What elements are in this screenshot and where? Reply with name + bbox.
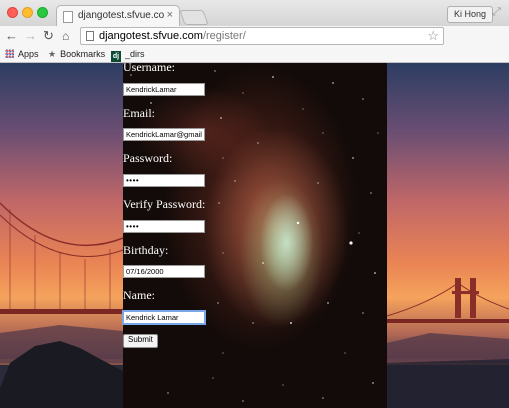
verify-password-label: Verify Password: xyxy=(123,197,206,211)
url-path: /register/ xyxy=(202,30,246,42)
back-arrow-icon[interactable]: ← xyxy=(5,28,18,44)
username-input[interactable]: KendrickLamar xyxy=(123,83,205,96)
fullscreen-icon[interactable]: ⤢ xyxy=(492,6,504,18)
starfield xyxy=(130,70,379,402)
name-label: Name: xyxy=(123,288,155,302)
page-favicon-icon xyxy=(63,11,73,23)
url-text[interactable]: djangotest.sfvue.com/register/ xyxy=(99,29,246,43)
profile-button[interactable]: Ki Hong xyxy=(447,6,494,23)
url-host: djangotest.sfvue.com xyxy=(99,30,203,42)
birthday-label: Birthday: xyxy=(123,243,169,257)
email-input[interactable]: KendrickLamar@gmail xyxy=(123,128,205,141)
page-icon xyxy=(86,31,94,41)
birthday-input[interactable]: 07/16/2000 xyxy=(123,265,205,278)
browser-toolbar: ← → ↻ ⌂ djangotest.sfvue.com/register/ ☆ xyxy=(0,26,509,67)
verify-password-input[interactable]: •••• xyxy=(123,220,205,233)
new-tab-button[interactable] xyxy=(179,10,209,25)
username-label: Username: xyxy=(123,63,175,74)
bookmarks-bar: Apps ★ Bookmarks dj _dirs xyxy=(0,46,509,63)
name-input[interactable]: Kendrick Lamar xyxy=(122,310,206,325)
password-input[interactable]: •••• xyxy=(123,174,205,187)
submit-button[interactable]: Submit xyxy=(123,334,158,348)
forward-arrow-icon[interactable]: → xyxy=(24,28,37,44)
tab-close-icon[interactable]: × xyxy=(167,9,173,21)
bookmark-apps-label: Apps xyxy=(18,49,39,59)
address-bar[interactable]: djangotest.sfvue.com/register/ ☆ xyxy=(80,27,444,45)
apps-grid-icon xyxy=(5,49,14,58)
close-window-button[interactable] xyxy=(7,7,18,18)
tab-register[interactable]: djangotest.sfvue.com/register/ × xyxy=(56,5,180,27)
bookmark-dirs-label: _dirs xyxy=(125,49,145,59)
django-icon: dj xyxy=(111,51,121,62)
bookmark-bookmarks-label: Bookmarks xyxy=(60,49,106,59)
bookmark-dirs[interactable]: dj _dirs xyxy=(111,47,145,62)
email-label: Email: xyxy=(123,106,155,120)
zoom-window-button[interactable] xyxy=(37,7,48,18)
password-label: Password: xyxy=(123,151,173,165)
bookmark-apps[interactable]: Apps xyxy=(5,47,39,61)
bookmark-star-icon[interactable]: ☆ xyxy=(427,28,439,44)
bookmark-bookmarks[interactable]: ★ Bookmarks xyxy=(48,47,105,61)
star-icon: ★ xyxy=(48,49,57,59)
page-viewport: Username: KendrickLamar Email: KendrickL… xyxy=(0,63,509,408)
reload-icon[interactable]: ↻ xyxy=(43,28,54,44)
home-icon[interactable]: ⌂ xyxy=(62,28,69,44)
minimize-window-button[interactable] xyxy=(22,7,33,18)
tab-title: djangotest.sfvue.com/register/ xyxy=(78,10,164,21)
window-titlebar: djangotest.sfvue.com/register/ × Ki Hong… xyxy=(0,0,509,27)
nebula-panel xyxy=(123,63,387,408)
